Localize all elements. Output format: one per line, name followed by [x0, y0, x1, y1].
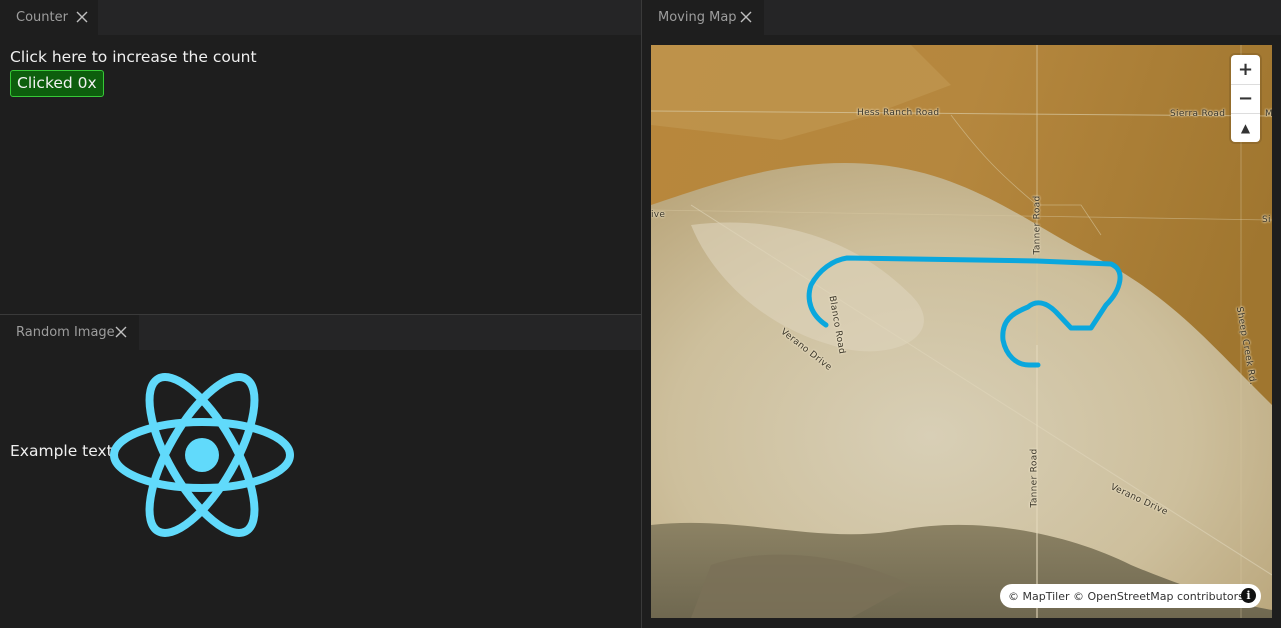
reset-bearing-button[interactable]: ▲	[1231, 113, 1260, 142]
moving-map-panel: Moving Map Hess Ranch Road Sierra Road M…	[642, 0, 1281, 628]
tab-counter-label: Counter	[16, 10, 68, 25]
map-navigation-control: + − ▲	[1231, 55, 1260, 142]
tab-moving-map[interactable]: Moving Map	[642, 0, 764, 35]
example-text: Example text	[10, 442, 113, 460]
road-label: ive	[651, 210, 666, 220]
counter-content: Click here to increase the count Clicked…	[10, 47, 257, 97]
react-logo-image	[110, 373, 294, 537]
zoom-out-button[interactable]: −	[1231, 84, 1260, 113]
attribution-text[interactable]: © MapTiler © OpenStreetMap contributors	[1008, 590, 1244, 603]
counter-tabbar: Counter	[0, 0, 641, 35]
tab-random-image[interactable]: Random Image	[0, 315, 139, 350]
road-label: Si	[1262, 215, 1271, 225]
increment-button[interactable]: Clicked 0x	[10, 70, 104, 97]
image-tabbar: Random Image	[0, 315, 641, 350]
road-label: Tanner Road	[1032, 195, 1043, 255]
satellite-map[interactable]: Hess Ranch Road Sierra Road M ive Si Tan…	[651, 45, 1272, 618]
road-label: Tanner Road	[1029, 448, 1040, 508]
random-image-panel: Random Image Example text	[0, 315, 641, 628]
close-icon[interactable]	[75, 10, 89, 24]
minus-icon: −	[1237, 88, 1254, 109]
plus-icon: +	[1237, 59, 1254, 80]
counter-prompt: Click here to increase the count	[10, 48, 257, 66]
close-icon[interactable]	[114, 325, 128, 339]
info-icon[interactable]: i	[1241, 588, 1256, 603]
zoom-in-button[interactable]: +	[1231, 55, 1260, 84]
counter-panel: Counter Click here to increase the count…	[0, 0, 641, 314]
map-tabbar: Moving Map	[642, 0, 1281, 35]
tab-random-image-label: Random Image	[16, 325, 115, 340]
road-label: Sierra Road	[1170, 109, 1226, 119]
road-label: M	[1265, 109, 1272, 119]
map-attribution: © MapTiler © OpenStreetMap contributors …	[1000, 584, 1261, 608]
compass-icon: ▲	[1240, 120, 1251, 135]
tab-counter[interactable]: Counter	[0, 0, 98, 35]
close-icon[interactable]	[739, 10, 753, 24]
road-label: Hess Ranch Road	[857, 108, 940, 118]
tab-moving-map-label: Moving Map	[658, 10, 737, 25]
map-terrain	[651, 45, 1272, 618]
